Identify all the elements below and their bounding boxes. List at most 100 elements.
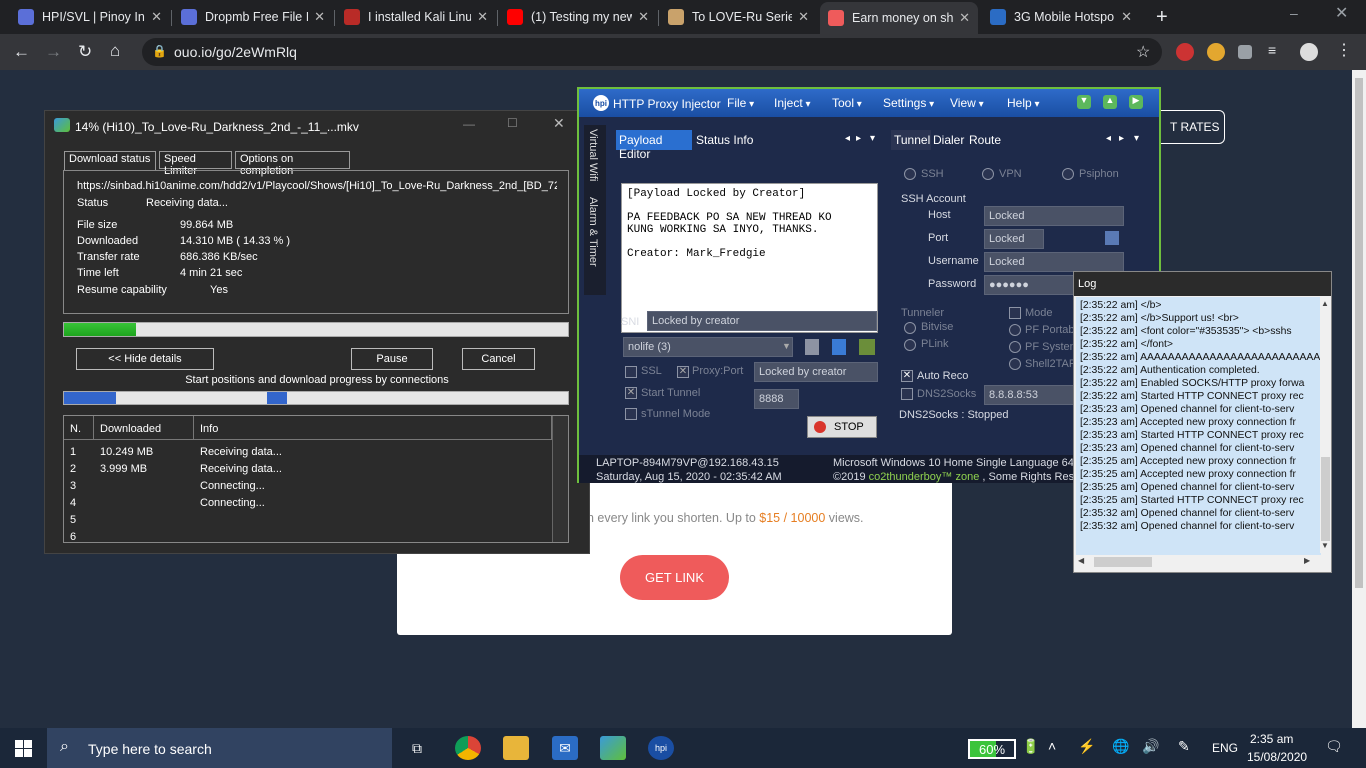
host-field[interactable]: Locked	[984, 206, 1124, 226]
minimize-button[interactable]: –	[1290, 5, 1298, 21]
dns2socks-checkbox[interactable]	[901, 388, 913, 400]
media-control-icon[interactable]: ≡	[1268, 42, 1286, 60]
right-tab-scroll-right-icon[interactable]: ▸	[1119, 133, 1124, 144]
browser-tab[interactable]: HPI/SVL | Pinoy In ✕	[10, 4, 170, 30]
back-icon[interactable]: ←	[13, 42, 30, 62]
log-hscrollbar[interactable]: ◀ ▶	[1076, 555, 1320, 569]
arrow-down-icon[interactable]: ▼	[1077, 95, 1091, 109]
tab-tunnel[interactable]: Tunnel	[891, 130, 931, 150]
start-tunnel-checkbox[interactable]: ✕	[625, 387, 637, 399]
cancel-button[interactable]: Cancel	[462, 348, 535, 370]
tab-scroll-right-icon[interactable]: ▸	[856, 133, 861, 144]
tab-close-icon[interactable]: ✕	[638, 9, 649, 25]
home-icon[interactable]: ⌂	[110, 41, 120, 61]
idm-taskbar-icon[interactable]	[600, 736, 626, 760]
tab-alarm-timer[interactable]: Alarm & Timer	[587, 197, 599, 267]
arrow-up-icon[interactable]: ▲	[1103, 95, 1117, 109]
tab-close-icon[interactable]: ✕	[798, 9, 809, 25]
tab-close-icon[interactable]: ✕	[151, 9, 162, 25]
menu-view[interactable]: View ▾	[950, 96, 984, 110]
plink-radio[interactable]	[904, 339, 916, 351]
tab-speed-limiter[interactable]: Speed Limiter	[159, 151, 232, 177]
psiphon-radio[interactable]	[1062, 168, 1074, 180]
notifications-icon[interactable]: 🗨	[1325, 738, 1343, 755]
dns-field[interactable]: 8.8.8.8:53	[984, 385, 1074, 405]
close-icon[interactable]: ✕	[553, 115, 565, 132]
menu-settings[interactable]: Settings ▾	[883, 96, 934, 110]
minimize-icon[interactable]: —	[463, 117, 475, 131]
arrow-right-icon[interactable]: ▶	[1129, 95, 1143, 109]
password-field[interactable]: ●●●●●●	[984, 275, 1074, 295]
right-tab-scroll-left-icon[interactable]: ◂	[1106, 133, 1111, 144]
copy-icon[interactable]	[805, 339, 819, 355]
rates-button[interactable]: T RATES	[1160, 110, 1225, 144]
ssh-radio[interactable]	[904, 168, 916, 180]
browser-tab[interactable]: 3G Mobile Hotspo ✕	[982, 4, 1140, 30]
log-scrollbar-thumb[interactable]	[1321, 457, 1330, 541]
language-indicator[interactable]: ENG	[1212, 741, 1238, 755]
browser-tab[interactable]: Dropmb Free File I ✕	[173, 4, 333, 30]
right-tab-dropdown-icon[interactable]: ▾	[1134, 133, 1139, 144]
extension-ublock-icon[interactable]	[1176, 43, 1194, 61]
mode-checkbox[interactable]	[1009, 307, 1021, 319]
scrollbar-thumb[interactable]	[1355, 78, 1363, 588]
tab-close-icon[interactable]: ✕	[1121, 9, 1132, 25]
clock-time[interactable]: 2:35 am	[1250, 732, 1293, 746]
tab-close-icon[interactable]: ✕	[477, 9, 488, 25]
auto-reco-checkbox[interactable]: ✕	[901, 370, 913, 382]
volume-icon[interactable]: 🔊	[1142, 738, 1159, 755]
mail-icon[interactable]: ✉	[552, 736, 578, 760]
pen-icon[interactable]: ✎	[1178, 738, 1190, 755]
hide-details-button[interactable]: << Hide details	[76, 348, 214, 370]
browser-tab[interactable]: I installed Kali Linu ✕	[336, 4, 496, 30]
chevron-down-icon[interactable]: ▼	[782, 341, 791, 351]
menu-tool[interactable]: Tool ▾	[832, 96, 862, 110]
stop-button[interactable]: STOP	[807, 416, 877, 438]
maximize-icon[interactable]: ☐	[507, 116, 518, 130]
battery-indicator[interactable]: 60%	[968, 739, 1016, 759]
port-field[interactable]: Locked	[984, 229, 1044, 249]
scroll-left-icon[interactable]: ◀	[1078, 556, 1084, 565]
url-text[interactable]: ouo.io/go/2eWmRlq	[174, 44, 297, 60]
forward-icon[interactable]: →	[45, 42, 62, 62]
pause-button[interactable]: Pause	[351, 348, 433, 370]
tab-scroll-left-icon[interactable]: ◂	[845, 133, 850, 144]
tab-options-on-completion[interactable]: Options on completion	[235, 151, 350, 177]
tab-close-icon[interactable]: ✕	[314, 9, 325, 25]
log-scrollbar[interactable]: ▲ ▼	[1320, 297, 1331, 553]
chrome-taskbar-icon[interactable]	[455, 736, 481, 760]
show-hidden-icons-icon[interactable]: ˄	[1048, 738, 1056, 754]
clock-date[interactable]: 15/08/2020	[1247, 750, 1307, 764]
shell2tap-radio[interactable]	[1009, 358, 1021, 370]
download-profile-icon[interactable]	[859, 339, 875, 355]
log-hscrollbar-thumb[interactable]	[1094, 557, 1152, 567]
extensions-puzzle-icon[interactable]	[1238, 45, 1252, 59]
tab-download-status[interactable]: Download status	[64, 151, 156, 171]
log-text-area[interactable]: [2:35:22 am] </b> [2:35:22 am] </b>Suppor…	[1076, 297, 1321, 555]
bookmark-star-icon[interactable]: ☆	[1136, 42, 1150, 62]
get-link-button[interactable]: GET LINK	[620, 555, 729, 600]
tab-dialer[interactable]: Dialer	[933, 133, 964, 147]
vpn-radio[interactable]	[982, 168, 994, 180]
pf-system-radio[interactable]	[1009, 341, 1021, 353]
table-scrollbar[interactable]	[552, 416, 568, 542]
scroll-up-icon[interactable]: ▲	[1321, 299, 1329, 308]
windows-start-icon[interactable]	[15, 740, 32, 757]
save-icon[interactable]	[832, 339, 846, 355]
profile-avatar[interactable]	[1300, 43, 1318, 61]
col-header-info[interactable]: Info	[194, 416, 552, 440]
proxy-port-checkbox[interactable]: ✕	[677, 366, 689, 378]
page-scrollbar[interactable]	[1352, 70, 1366, 728]
stunnel-checkbox[interactable]	[625, 408, 637, 420]
extension-coin-icon[interactable]	[1207, 43, 1225, 61]
pf-portable-radio[interactable]	[1009, 324, 1021, 336]
profile-select[interactable]: nolife (3)	[623, 337, 793, 357]
proxy-port-field[interactable]: Locked by creator	[754, 362, 878, 382]
copyright-link[interactable]: co2thunderboy™ zone	[869, 471, 980, 483]
tab-dropdown-icon[interactable]: ▾	[870, 133, 875, 144]
save-account-icon[interactable]	[1105, 231, 1119, 245]
scroll-right-icon[interactable]: ▶	[1304, 556, 1310, 565]
menu-help[interactable]: Help ▾	[1007, 96, 1040, 110]
tab-virtual-wifi[interactable]: Virtual Wifi	[587, 129, 599, 181]
battery-icon[interactable]: 🔋	[1022, 738, 1039, 755]
